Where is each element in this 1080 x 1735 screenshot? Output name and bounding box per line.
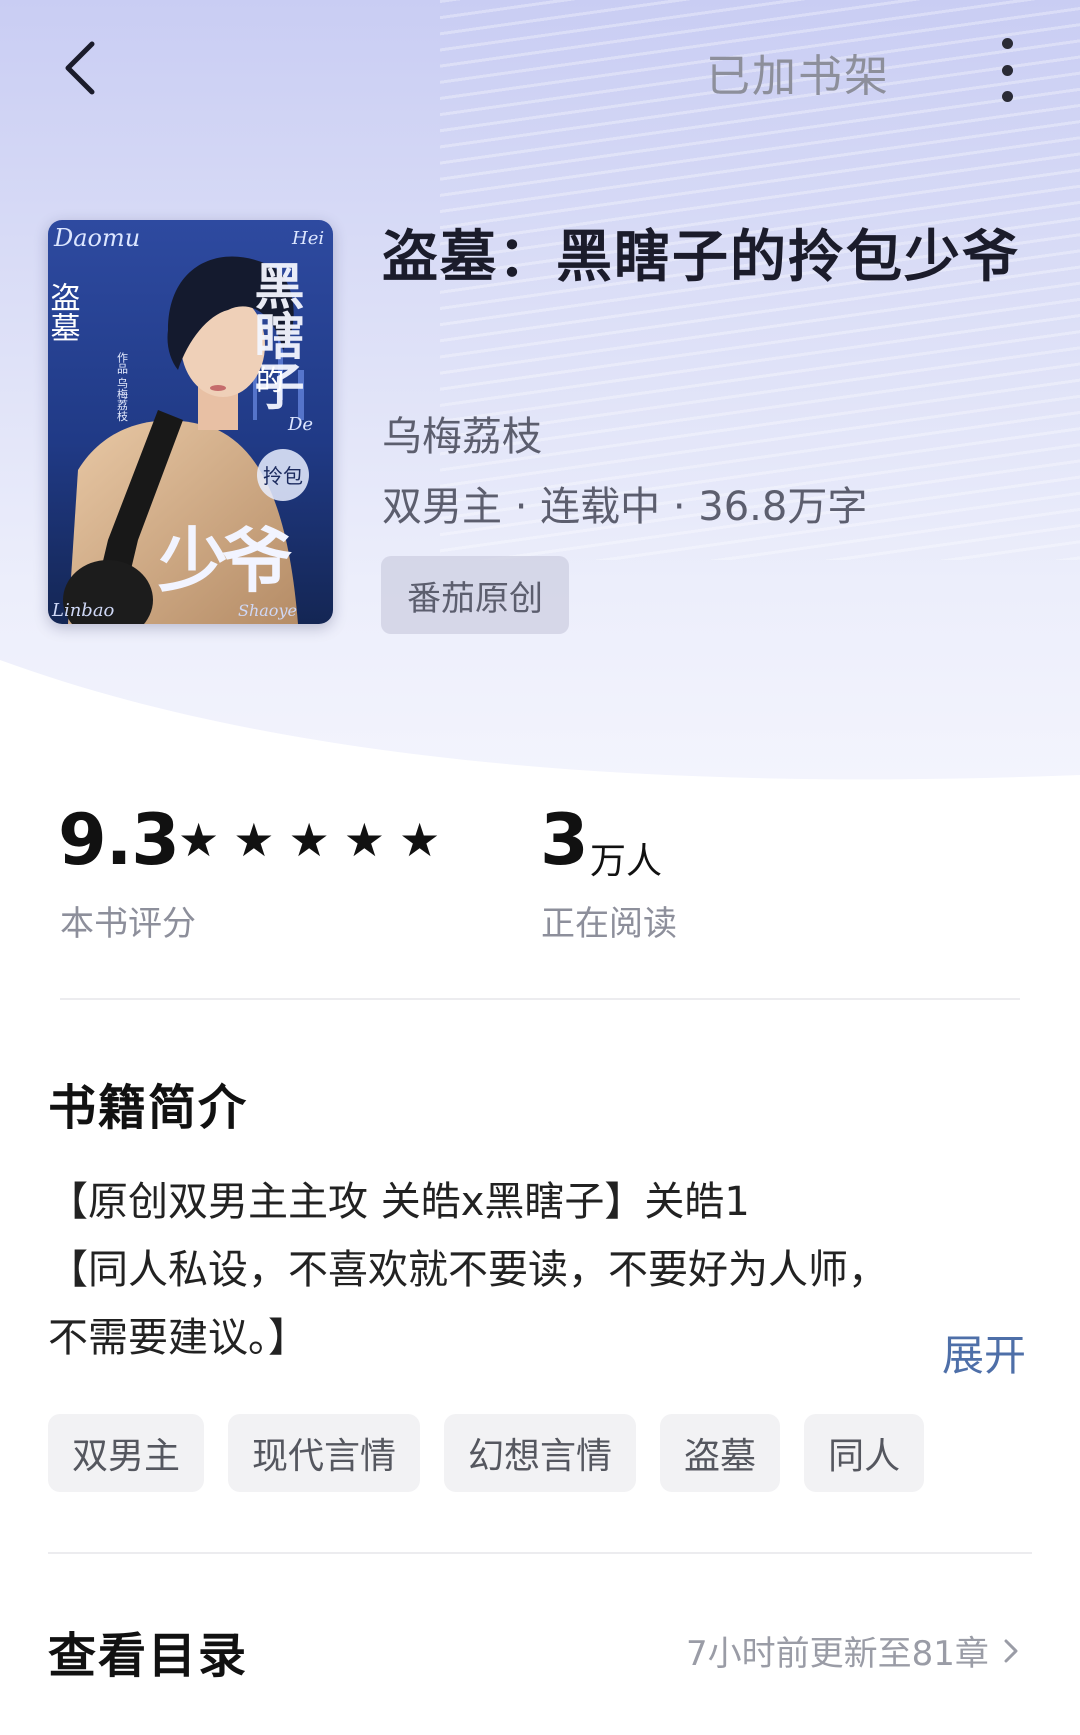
more-options-button[interactable]	[990, 38, 1024, 102]
tag-chip[interactable]: 现代言情	[228, 1414, 421, 1492]
more-dot-icon	[1001, 91, 1013, 102]
divider	[60, 998, 1020, 1000]
author-name[interactable]: 乌梅荔枝	[382, 404, 542, 462]
more-dot-icon	[1001, 38, 1013, 49]
star-icon: ★	[233, 813, 275, 867]
cover-latin-hei: Hei	[291, 228, 324, 249]
cover-title-shaoye: 少爷	[158, 519, 292, 602]
tag-chip[interactable]: 幻想言情	[444, 1414, 637, 1492]
toc-update-link[interactable]: 7小时前更新至81章	[686, 1626, 1019, 1675]
book-meta: 双男主 · 连载中 · 36.8万字	[382, 484, 868, 530]
back-button[interactable]	[50, 38, 110, 98]
cover-title-lingbao: 拎包	[263, 464, 303, 488]
star-icon: ★	[399, 813, 441, 867]
star-icon: ★	[343, 813, 385, 867]
intro-line: 【原创双男主主攻 关皓x黑瞎子】关皓1	[48, 1179, 750, 1225]
cover-series-text: 盗墓	[48, 282, 80, 342]
intro-heading: 书籍简介	[48, 1080, 249, 1136]
star-icon: ★	[178, 813, 220, 867]
readers-unit: 万人	[590, 841, 663, 882]
intro-line: 不需要建议。】	[48, 1315, 308, 1361]
tag-list: 双男主 现代言情 幻想言情 盗墓 同人	[48, 1414, 925, 1492]
divider	[48, 1552, 1032, 1554]
star-icon: ★	[288, 813, 330, 867]
toc-update-text: 7小时前更新至81章	[686, 1634, 989, 1674]
expand-intro-button[interactable]: 展开	[942, 1322, 1026, 1383]
book-title: 盗墓：黑瞎子的拎包少爷	[382, 225, 1020, 290]
readers-count: 3	[540, 799, 589, 881]
intro-text: 【原创双男主主攻 关皓x黑瞎子】关皓1 【同人私设，不喜欢就不要读，不要好为人师…	[48, 1168, 988, 1372]
tag-chip[interactable]: 双男主	[48, 1414, 205, 1492]
rating-stars: ★ ★ ★ ★ ★	[178, 816, 440, 864]
cover-latin-bottom-right: Shaoye	[238, 601, 297, 620]
intro-line: 【同人私设，不喜欢就不要读，不要好为人师，	[48, 1247, 888, 1293]
tag-chip[interactable]: 盗墓	[660, 1414, 781, 1492]
tag-chip[interactable]: 同人	[804, 1414, 925, 1492]
top-bar: 已加书架	[0, 0, 1080, 140]
more-dot-icon	[1001, 64, 1013, 76]
readers-label: 正在阅读	[541, 904, 677, 944]
cover-latin-top: Daomu	[53, 224, 140, 252]
added-to-shelf-button[interactable]: 已加书架	[706, 40, 890, 104]
origin-tag: 番茄原创	[381, 556, 569, 634]
cover-latin-de: De	[287, 414, 313, 435]
chevron-right-icon	[1004, 1639, 1018, 1662]
cover-title-de: 的	[256, 364, 284, 397]
book-cover[interactable]: Daomu Hei 盗墓 黑瞎子 的 De 拎包 作品 乌梅荔枝 少爷 Linb…	[48, 220, 333, 624]
chevron-left-icon	[65, 41, 95, 95]
book-cover-art: Daomu Hei 盗墓 黑瞎子 的 De 拎包 作品 乌梅荔枝 少爷 Linb…	[48, 220, 333, 624]
cover-latin-bottom-left: Linbao	[51, 600, 115, 621]
toc-heading[interactable]: 查看目录	[48, 1616, 248, 1686]
rating-label: 本书评分	[60, 904, 196, 944]
rating-score: 9.3	[58, 799, 180, 881]
cover-author-credit: 作品 乌梅荔枝	[116, 352, 129, 422]
